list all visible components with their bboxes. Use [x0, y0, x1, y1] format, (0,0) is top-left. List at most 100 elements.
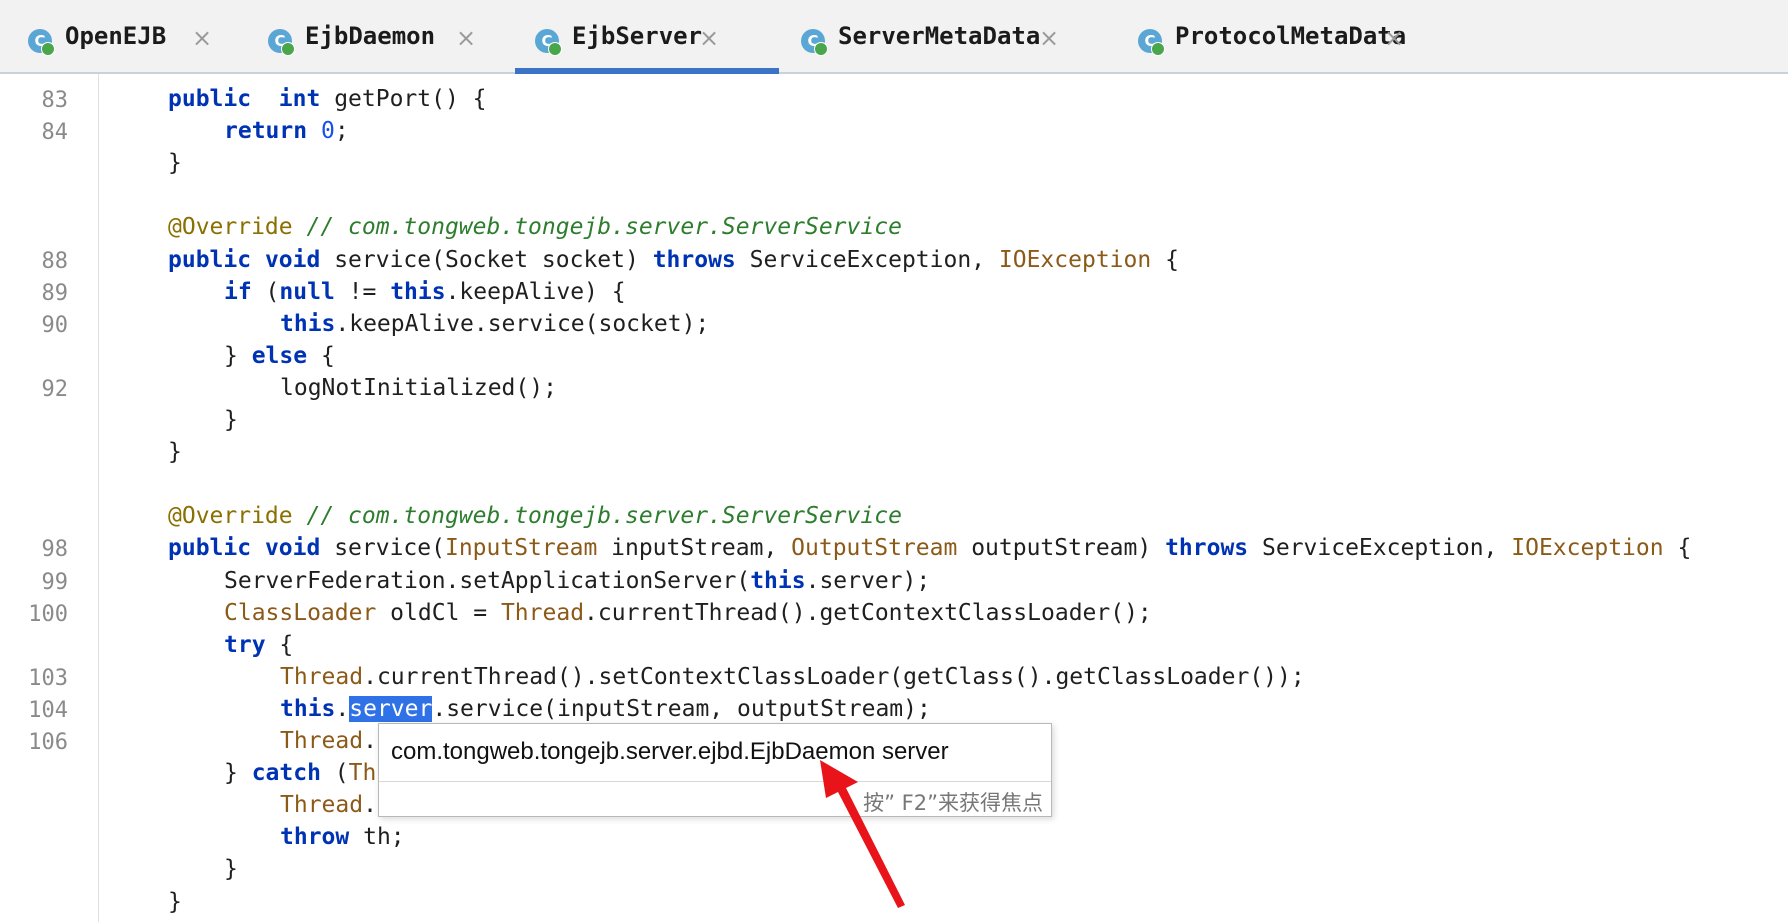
code-token: InputStream — [444, 535, 598, 562]
code-token: Thread — [280, 728, 364, 754]
code-token: this — [280, 695, 336, 722]
code-token: oldCl = — [376, 599, 501, 626]
class-icon: C — [801, 29, 828, 56]
code-line[interactable]: } — [168, 150, 182, 176]
selected-identifier: server — [349, 695, 433, 722]
code-token: this — [390, 278, 446, 305]
code-line[interactable]: ServerFederation.setApplicationServer(th… — [224, 568, 930, 594]
code-token: @Override — [168, 503, 293, 530]
class-icon: C — [1138, 29, 1165, 56]
code-line[interactable]: ClassLoader oldCl = Thread.currentThread… — [224, 600, 1152, 626]
code-line[interactable]: this.keepAlive.service(socket); — [280, 311, 709, 337]
class-icon-badge — [548, 42, 562, 56]
code-line[interactable]: } — [168, 439, 182, 465]
class-icon: C — [535, 29, 562, 56]
code-token: . — [335, 695, 350, 722]
code-token: return — [224, 118, 308, 145]
code-token: .service(inputStream, outputStream); — [432, 695, 931, 722]
code-line[interactable]: } catch (Th — [224, 760, 376, 786]
code-token: { — [265, 631, 294, 658]
close-icon[interactable]: × — [192, 24, 212, 52]
code-token: Thread — [500, 599, 585, 626]
code-line[interactable]: } — [224, 856, 238, 882]
code-line[interactable]: @Override // com.tongweb.tongejb.server.… — [168, 214, 902, 240]
code-token: } — [224, 407, 238, 433]
code-token: void — [264, 246, 321, 273]
class-icon-badge — [281, 42, 295, 56]
class-icon-badge — [41, 42, 55, 56]
code-token: public — [168, 86, 252, 112]
code-token: ( — [251, 278, 280, 305]
tab-label: OpenEJB — [65, 22, 167, 50]
code-line[interactable]: logNotInitialized(); — [280, 375, 557, 401]
tooltip-divider — [379, 781, 1051, 782]
tab-label: ProtocolMetaData — [1175, 22, 1407, 50]
code-line[interactable]: try { — [224, 632, 293, 658]
tab-label: EjbDaemon — [305, 22, 436, 50]
code-line[interactable]: public void service(InputStream inputStr… — [168, 535, 1691, 561]
code-token: .currentThread().setContextClassLoader(g… — [363, 663, 1305, 690]
code-token: int — [278, 86, 321, 112]
code-token: != — [334, 278, 391, 305]
code-token: .server); — [805, 567, 931, 594]
close-icon[interactable]: × — [1384, 24, 1404, 52]
code-line[interactable]: Thread.currentThread().setContextClassLo… — [280, 664, 1305, 690]
code-token: ServerFederation.setApplicationServer( — [224, 567, 751, 594]
close-icon[interactable]: × — [456, 24, 476, 52]
close-icon[interactable]: × — [1039, 24, 1059, 52]
code-token: else — [251, 342, 308, 369]
code-token: public — [168, 246, 252, 273]
code-token: null — [279, 278, 335, 305]
code-token: .keepAlive.service(socket); — [335, 310, 710, 337]
code-token: getPort() { — [320, 86, 487, 112]
code-token: th; — [349, 824, 405, 851]
code-token: catch — [251, 760, 321, 787]
code-token: ClassLoader — [224, 599, 377, 626]
code-token: // com.tongweb.tongejb.server.ServerServ… — [306, 214, 902, 241]
code-token: ( — [320, 760, 349, 787]
code-line[interactable]: Thread. — [280, 728, 377, 754]
code-token: .keepAlive) { — [445, 278, 626, 305]
close-icon[interactable]: × — [699, 24, 719, 52]
code-token: public — [168, 535, 252, 562]
class-icon: C — [268, 29, 295, 56]
tab-label: ServerMetaData — [838, 22, 1041, 50]
code-token: // com.tongweb.tongejb.server.ServerServ… — [306, 503, 902, 530]
code-line[interactable]: } — [168, 889, 182, 915]
code-token: ServiceException, — [735, 246, 999, 273]
code-token: logNotInitialized(); — [280, 374, 557, 401]
editor-tab-bar: C OpenEJB × C EjbDaemon × C EjbServer × C ServerMe… — [0, 0, 1788, 74]
code-line[interactable]: } — [224, 407, 238, 433]
code-token: IOException — [998, 246, 1152, 273]
code-token: try — [224, 631, 266, 658]
code-line[interactable]: @Override // com.tongweb.tongejb.server.… — [168, 503, 902, 529]
code-line[interactable]: return 0; — [224, 118, 349, 144]
code-token: } — [168, 888, 182, 915]
code-line[interactable]: public void service(Socket socket) throw… — [168, 247, 1179, 273]
code-token: void — [264, 535, 321, 562]
code-token: outputStream) — [957, 535, 1166, 562]
code-token: } — [224, 342, 252, 369]
code-token: service( — [320, 535, 445, 562]
code-token: Thread — [280, 663, 364, 690]
code-token: this — [750, 567, 806, 594]
code-line[interactable]: this.server.service(inputStream, outputS… — [280, 695, 931, 722]
class-icon-badge — [814, 42, 828, 56]
code-token: . — [363, 728, 377, 754]
code-token: 0 — [320, 118, 335, 145]
code-line[interactable]: public int getPort() { — [168, 86, 487, 112]
code-token: .currentThread().getContextClassLoader()… — [584, 599, 1152, 626]
code-line[interactable]: Thread. — [280, 792, 377, 818]
code-line[interactable]: } else { — [224, 343, 335, 369]
code-token: } — [168, 439, 182, 466]
code-line[interactable]: throw th; — [280, 824, 405, 850]
code-token: service(Socket socket) — [320, 246, 653, 273]
code-token: IOException — [1511, 535, 1664, 562]
code-token: throws — [1165, 535, 1249, 562]
red-annotation-arrow-icon — [820, 760, 905, 908]
code-line[interactable]: if (null != this.keepAlive) { — [224, 279, 626, 305]
